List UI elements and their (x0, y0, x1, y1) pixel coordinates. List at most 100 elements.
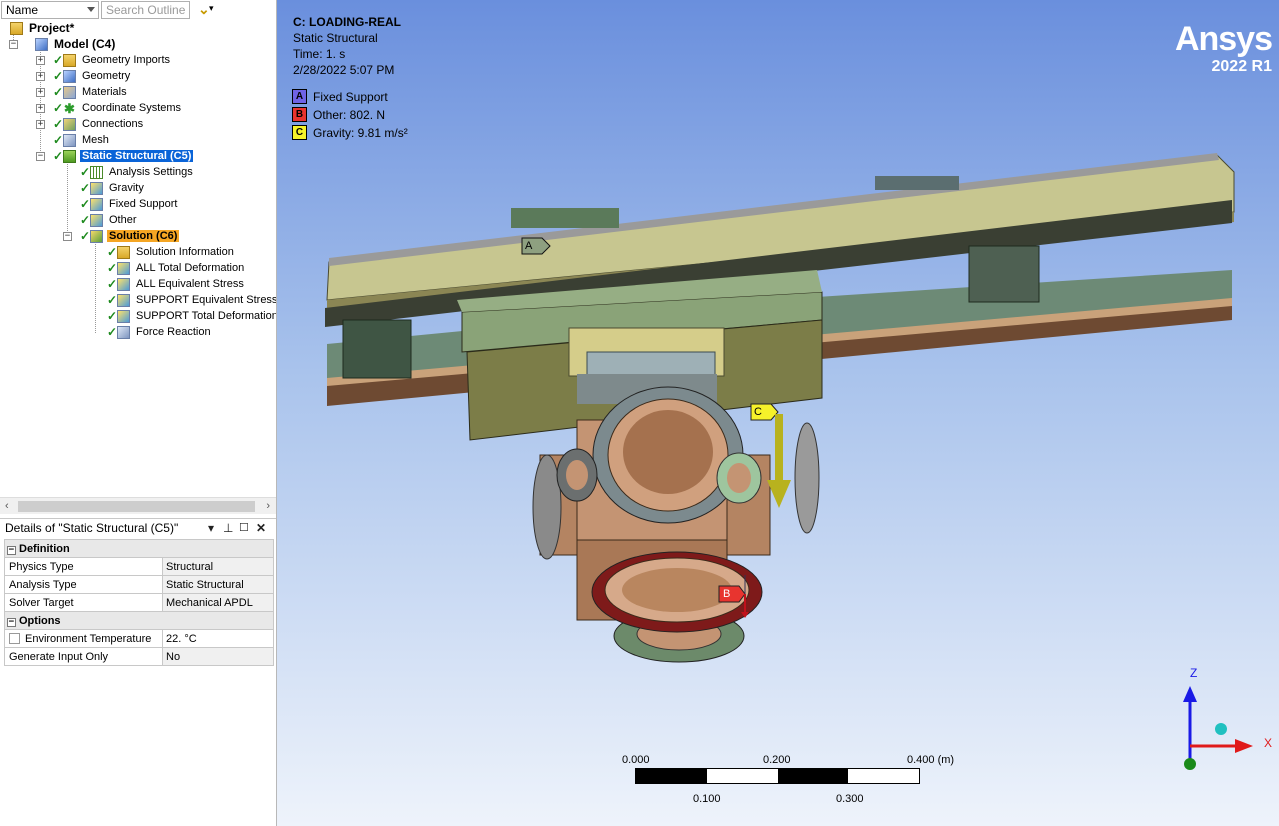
pin-icon[interactable]: ⊥ (223, 521, 233, 535)
scrollbar-thumb[interactable] (18, 501, 255, 512)
check-icon: ✓ (80, 213, 91, 227)
materials-icon (63, 85, 76, 99)
tree-item-all-total-deformation[interactable]: ✓ ALL Total Deformation (107, 260, 246, 276)
details-title: Details of "Static Structural (C5)" (5, 521, 179, 535)
axis-triad[interactable] (277, 0, 1279, 826)
geometry-icon (63, 69, 76, 83)
details-row[interactable]: Physics Type Structural (4, 557, 274, 576)
tree-item-support-total-deformation[interactable]: ✓ SUPPORT Total Deformation (107, 308, 276, 324)
tree-item-connections[interactable]: ✓ Connections (53, 116, 145, 132)
outline-tree: Project* − Model (C4) + ✓ Geometry Impor… (0, 20, 276, 496)
axis-label-z: Z (1190, 666, 1198, 680)
dropdown-arrow-icon[interactable]: ▾ (208, 521, 214, 535)
tree-item-gravity[interactable]: ✓ Gravity (80, 180, 146, 196)
check-icon: ✓ (53, 101, 64, 115)
tree-item-force-reaction[interactable]: ✓ Force Reaction (107, 324, 213, 340)
check-icon: ✓ (80, 229, 91, 243)
tree-item-model[interactable]: Model (C4) (35, 36, 117, 52)
scroll-left-icon[interactable]: ‹ (5, 500, 9, 512)
check-icon: ✓ (80, 197, 91, 211)
name-filter-label: Name (6, 2, 39, 17)
collapse-icon[interactable]: − (7, 545, 16, 555)
coordinate-systems-icon: ✱ (64, 100, 75, 116)
parameter-checkbox[interactable] (9, 633, 20, 645)
expand-icon[interactable]: + (36, 120, 45, 129)
geometry-imports-icon (63, 53, 76, 67)
details-table: − Definition Physics Type Structural Analy… (4, 539, 274, 666)
tree-item-mesh[interactable]: ✓ Mesh (53, 132, 111, 148)
collapse-icon[interactable]: − (36, 152, 45, 161)
graphics-viewport[interactable]: C: LOADING-REAL Static Structural Time: … (277, 0, 1279, 826)
check-icon: ✓ (53, 149, 64, 163)
mesh-icon (63, 133, 76, 147)
chevron-down-icon (87, 6, 95, 12)
force-reaction-icon (117, 325, 130, 339)
outline-toolbar: Name Search Outline ⌄ ▾ (0, 0, 276, 19)
tree-item-solution-information[interactable]: ✓ Solution Information (107, 244, 236, 260)
check-icon: ✓ (107, 277, 118, 291)
expand-icon[interactable]: + (36, 104, 45, 113)
tree-item-materials[interactable]: ✓ Materials (53, 84, 129, 100)
check-icon: ✓ (80, 165, 91, 179)
project-icon (10, 21, 23, 35)
collapse-icon[interactable]: − (7, 617, 16, 627)
check-icon: ✓ (53, 53, 64, 67)
result-icon (117, 277, 130, 291)
check-icon: ✓ (107, 245, 118, 259)
check-icon: ✓ (107, 261, 118, 275)
check-icon: ✓ (53, 85, 64, 99)
fixed-support-icon (90, 197, 103, 211)
tree-item-other[interactable]: ✓ Other (80, 212, 139, 228)
expand-icon[interactable]: + (36, 56, 45, 65)
solution-information-icon (117, 245, 130, 259)
tree-horizontal-scrollbar[interactable]: ‹ › (0, 497, 276, 514)
gravity-icon (90, 181, 103, 195)
model-icon (35, 37, 48, 51)
tree-item-analysis-settings[interactable]: ✓ Analysis Settings (80, 164, 195, 180)
check-icon: ✓ (107, 293, 118, 307)
check-icon: ✓ (53, 69, 64, 83)
tree-item-geometry-imports[interactable]: ✓ Geometry Imports (53, 52, 172, 68)
details-row[interactable]: Solver Target Mechanical APDL (4, 593, 274, 612)
expand-icon[interactable]: + (36, 88, 45, 97)
details-row[interactable]: Generate Input Only No (4, 647, 274, 666)
chevron-down-icon: ⌄ (198, 0, 210, 17)
check-icon: ✓ (107, 325, 118, 339)
tree-item-coordinate-systems[interactable]: ✓ ✱ Coordinate Systems (53, 100, 183, 116)
analysis-settings-icon (90, 165, 103, 179)
outline-panel: Name Search Outline ⌄ ▾ Project* − Model… (0, 0, 277, 826)
check-icon: ✓ (80, 181, 91, 195)
details-row[interactable]: Environment Temperature 22. °C (4, 629, 274, 648)
dropdown-arrow-icon: ▾ (209, 2, 214, 13)
collapse-icon[interactable]: − (63, 232, 72, 241)
section-options[interactable]: − Options (4, 611, 274, 630)
collapse-icon[interactable]: − (9, 40, 18, 49)
name-filter-dropdown[interactable]: Name (1, 0, 99, 19)
axis-label-x: X (1264, 736, 1273, 750)
other-load-icon (90, 213, 103, 227)
connections-icon (63, 117, 76, 131)
tree-item-static-structural[interactable]: ✓ Static Structural (C5) (53, 148, 194, 164)
result-icon (117, 309, 130, 323)
tree-item-geometry[interactable]: ✓ Geometry (53, 68, 132, 84)
tree-item-solution[interactable]: ✓ Solution (C6) (80, 228, 180, 244)
tree-item-support-equivalent-stress[interactable]: ✓ SUPPORT Equivalent Stress (107, 292, 276, 308)
tree-item-project[interactable]: Project* (10, 20, 76, 36)
check-icon: ✓ (53, 133, 64, 147)
check-icon: ✓ (53, 117, 64, 131)
details-panel-header: Details of "Static Structural (C5)" ▾ ⊥ … (0, 518, 276, 537)
search-outline-input[interactable]: Search Outline (101, 0, 190, 19)
static-structural-icon (63, 149, 76, 163)
expand-icon[interactable]: + (36, 72, 45, 81)
close-icon[interactable]: ✕ (256, 521, 266, 535)
tree-item-all-equivalent-stress[interactable]: ✓ ALL Equivalent Stress (107, 276, 246, 292)
details-row[interactable]: Analysis Type Static Structural (4, 575, 274, 594)
scroll-right-icon[interactable]: › (266, 500, 270, 512)
result-icon (117, 293, 130, 307)
result-icon (117, 261, 130, 275)
search-options-button[interactable]: ⌄ ▾ (192, 1, 222, 19)
maximize-icon[interactable]: ☐ (239, 521, 249, 534)
section-definition[interactable]: − Definition (4, 539, 274, 558)
tree-item-fixed-support[interactable]: ✓ Fixed Support (80, 196, 179, 212)
check-icon: ✓ (107, 309, 118, 323)
